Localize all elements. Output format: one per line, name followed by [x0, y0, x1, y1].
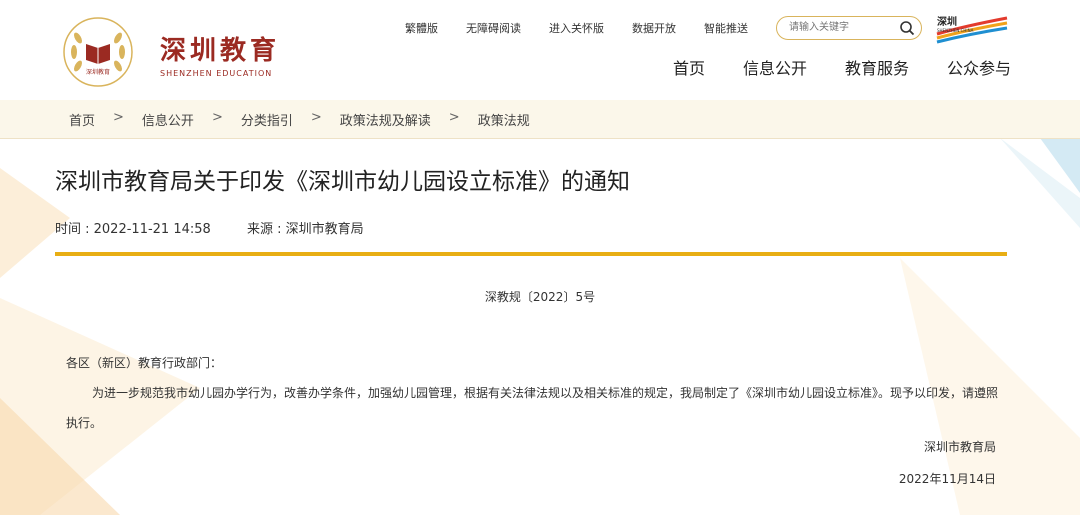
search-input[interactable] — [787, 21, 901, 34]
breadcrumb: 首页 > 信息公开 > 分类指引 > 政策法规及解读 > 政策法规 — [69, 110, 530, 129]
breadcrumb-separator: > — [310, 110, 322, 125]
sz-logo-en: SHENZHEN CHINA — [937, 28, 974, 33]
brand-title: 深圳教育 — [160, 36, 281, 66]
breadcrumb-category[interactable]: 分类指引 — [241, 110, 293, 129]
article-body: 各区（新区）教育行政部门： 为进一步规范我市幼儿园办学行为，改善办学条件，加强幼… — [66, 348, 1006, 438]
breadcrumb-separator: > — [211, 110, 223, 125]
breadcrumb-home[interactable]: 首页 — [69, 110, 95, 129]
shenzhen-china-logo[interactable]: 深圳 SHENZHEN CHINA — [935, 14, 1009, 44]
breadcrumb-separator: > — [448, 110, 460, 125]
document-number: 深教规〔2022〕5号 — [484, 290, 596, 304]
book-logo-icon[interactable]: 深圳教育 — [62, 16, 134, 88]
breadcrumb-separator: > — [113, 110, 124, 125]
nav-public-participation[interactable]: 公众参与 — [947, 55, 1011, 79]
search-icon[interactable] — [899, 20, 915, 36]
util-smart-push[interactable]: 智能推送 — [704, 20, 748, 36]
site-header: 深圳教育 深圳教育 SHENZHEN EDUCATION 繁體版 无障碍阅读 进… — [0, 0, 1080, 101]
brand-subtitle: SHENZHEN EDUCATION — [160, 69, 273, 78]
breadcrumb-policy-interpretation[interactable]: 政策法规及解读 — [340, 110, 431, 129]
logo-text: 深圳教育 — [86, 68, 110, 76]
nav-education-service[interactable]: 教育服务 — [845, 55, 909, 79]
breadcrumb-policy-regulations[interactable]: 政策法规 — [478, 110, 530, 129]
util-accessible[interactable]: 无障碍阅读 — [466, 20, 521, 36]
brand[interactable]: 深圳教育 SHENZHEN EDUCATION — [160, 30, 280, 78]
article-source: 来源 : 深圳市教育局 — [246, 222, 364, 237]
sz-logo-text: 深圳 — [937, 15, 957, 28]
util-care-mode[interactable]: 进入关怀版 — [549, 20, 604, 36]
util-open-data[interactable]: 数据开放 — [632, 20, 676, 36]
article-meta: 时间 : 2022-11-21 14:58 来源 : 深圳市教育局 — [55, 218, 364, 237]
title-divider — [55, 252, 1007, 256]
main-nav: 首页 信息公开 教育服务 公众参与 — [673, 55, 1011, 79]
salutation: 各区（新区）教育行政部门： — [66, 356, 223, 370]
body-paragraph: 为进一步规范我市幼儿园办学行为，改善办学条件，加强幼儿园管理，根据有关法律法规以… — [66, 386, 999, 430]
util-traditional[interactable]: 繁體版 — [405, 20, 438, 36]
nav-info-disclosure[interactable]: 信息公开 — [743, 55, 807, 79]
right-decoration — [900, 138, 1080, 515]
sign-date: 2022年11月14日 — [898, 472, 996, 486]
article-title: 深圳市教育局关于印发《深圳市幼儿园设立标准》的通知 — [55, 169, 630, 195]
utility-links: 繁體版 无障碍阅读 进入关怀版 数据开放 智能推送 — [405, 20, 776, 36]
breadcrumb-bar: 首页 > 信息公开 > 分类指引 > 政策法规及解读 > 政策法规 — [0, 100, 1080, 139]
signer: 深圳市教育局 — [923, 440, 996, 454]
search-box — [776, 16, 922, 40]
breadcrumb-info-disclosure[interactable]: 信息公开 — [142, 110, 194, 129]
publish-time: 时间 : 2022-11-21 14:58 — [55, 222, 211, 237]
nav-home[interactable]: 首页 — [673, 55, 705, 79]
